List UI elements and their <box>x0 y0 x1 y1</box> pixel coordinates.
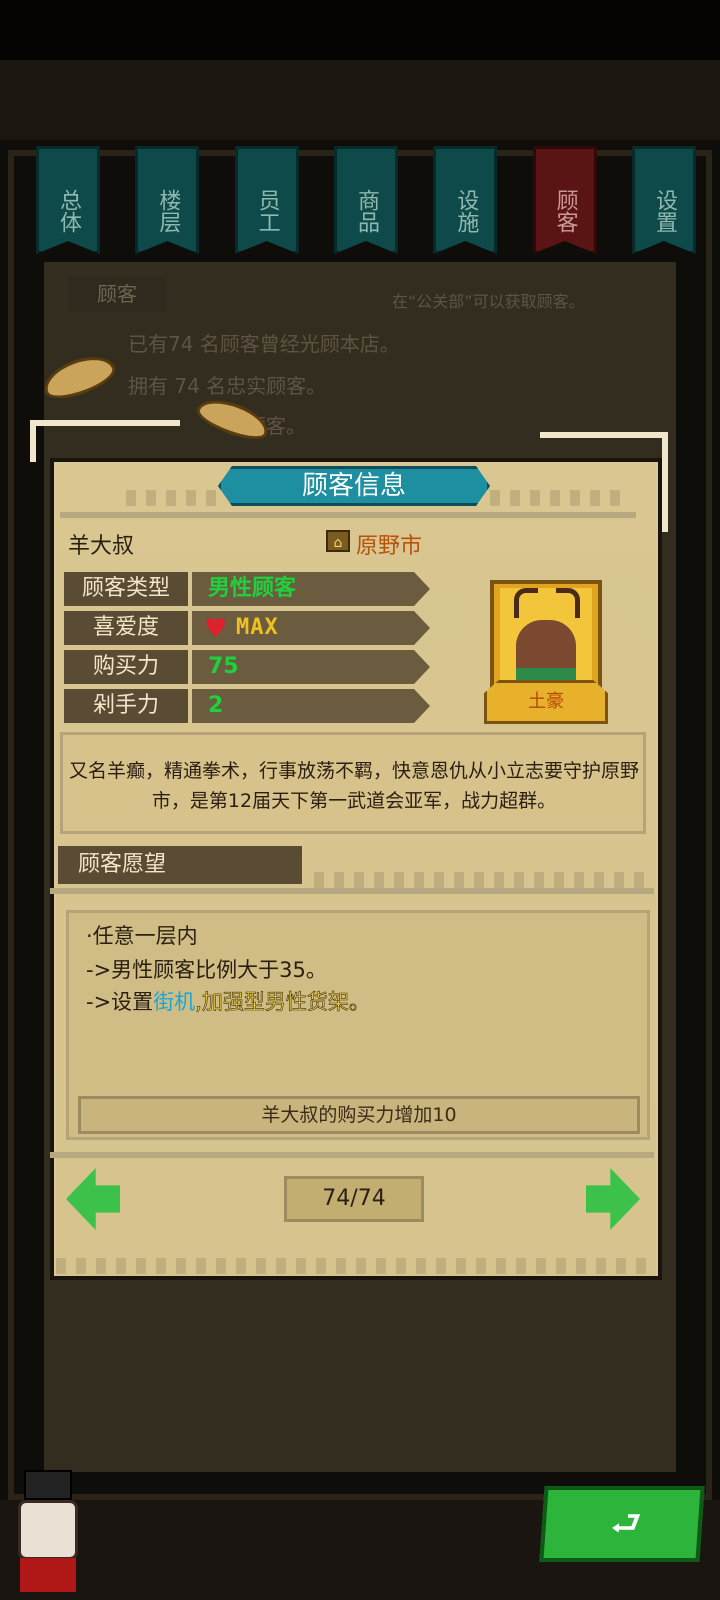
frame-decoration <box>30 420 180 462</box>
stat-label: 剁手力 <box>64 689 188 723</box>
antler-icon <box>556 588 580 618</box>
divider <box>50 888 654 894</box>
stat-value: MAX <box>236 615 279 640</box>
customer-name: 羊大叔 <box>68 534 135 559</box>
divider <box>60 512 636 518</box>
stat-value-bg <box>192 689 430 723</box>
customer-city: 原野市 <box>356 534 423 559</box>
stat-row-type: 顾客类型 男性顾客 <box>64 572 430 606</box>
background-hint: 在“公关部”可以获取顾客。 <box>392 292 585 311</box>
background-section-label: 顾客 <box>68 276 166 312</box>
wish-reward: 羊大叔的购买力增加10 <box>78 1096 640 1134</box>
wish-facility-link: 街机 <box>153 990 196 1014</box>
divider <box>50 1152 654 1158</box>
wish-line: ->设置街机,加强型男性货架。 <box>86 986 370 1016</box>
tab-overview[interactable]: 总体 <box>36 146 100 254</box>
tab-customers[interactable]: 顾客 <box>532 146 597 254</box>
stat-label: 购买力 <box>64 650 188 684</box>
scarf-icon <box>516 668 576 682</box>
arrow-left-icon <box>66 1168 120 1230</box>
stat-value: 男性顾客 <box>208 576 297 601</box>
stat-value: 75 <box>208 654 239 679</box>
category-tabs: 总体 楼层 员工 商品 设施 顾客 设置 <box>36 146 696 258</box>
arrow-right-icon <box>586 1168 640 1230</box>
customer-portrait: 土豪 <box>484 574 608 726</box>
city-icon: ⌂ <box>326 530 350 552</box>
tab-staff[interactable]: 员工 <box>234 146 299 254</box>
back-button[interactable]: ⮐ <box>539 1486 705 1562</box>
stat-label: 顾客类型 <box>64 572 188 606</box>
diamond-border <box>126 490 218 506</box>
wish-line: ·任意一层内 <box>86 924 198 948</box>
stat-row-spending: 剁手力 2 <box>64 689 430 723</box>
avatar-body <box>20 1558 76 1592</box>
background-line: 拥有 74 名忠实顾客。 <box>128 374 327 398</box>
heart-icon: ♥ <box>204 614 228 644</box>
stat-row-purchase-power: 购买力 75 <box>64 650 430 684</box>
customer-description: 又名羊癫，精通拳术，行事放荡不羁，快意恩仇从小立志要守护原野市，是第12届天下第… <box>68 760 639 812</box>
avatar-face <box>18 1500 78 1560</box>
tab-facilities[interactable]: 设施 <box>433 146 498 254</box>
diamond-border <box>490 490 620 506</box>
background-line: 已有74 名顾客曾经光顾本店。 <box>128 332 400 356</box>
tab-floors[interactable]: 楼层 <box>135 146 200 254</box>
tab-settings[interactable]: 设置 <box>631 146 696 254</box>
hat-icon <box>24 1470 72 1500</box>
diamond-border <box>56 1258 656 1274</box>
player-avatar[interactable] <box>2 1470 94 1592</box>
stat-label: 喜爱度 <box>64 611 188 645</box>
return-arrow-icon: ⮐ <box>609 1504 643 1544</box>
tab-products[interactable]: 商品 <box>333 146 398 254</box>
stat-row-affection: 喜爱度 ♥ MAX <box>64 611 430 645</box>
antler-icon <box>514 588 538 618</box>
stat-value: 2 <box>208 693 224 718</box>
wish-text: ->设置 <box>86 990 154 1014</box>
dialog-title: 顾客信息 <box>218 466 490 506</box>
customer-rank-badge: 土豪 <box>484 680 608 724</box>
wish-section-label: 顾客愿望 <box>58 846 302 884</box>
wish-line: ->男性顾客比例大于35。 <box>86 958 327 982</box>
page-indicator: 74/74 <box>284 1176 424 1222</box>
wish-text-highlight: ,加强型男性货架。 <box>195 990 370 1015</box>
diamond-border <box>314 872 646 888</box>
next-customer-button[interactable] <box>586 1168 640 1230</box>
prev-customer-button[interactable] <box>66 1168 120 1230</box>
